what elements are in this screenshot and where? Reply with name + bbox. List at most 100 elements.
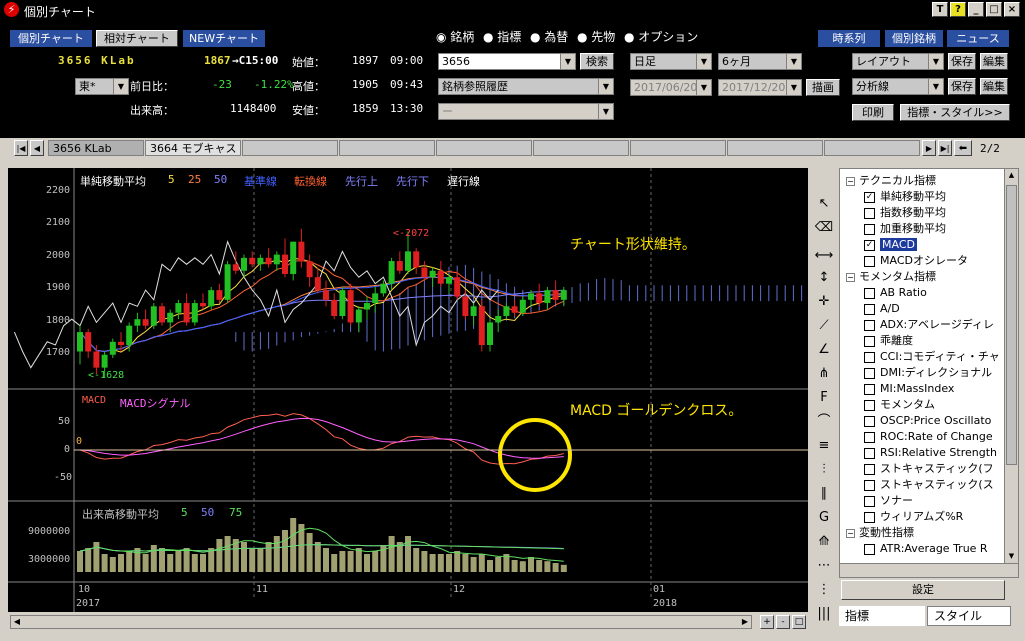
- zoom-out-icon[interactable]: -: [776, 615, 790, 629]
- radio-fx[interactable]: ● 為替: [530, 28, 568, 45]
- layout-edit-button[interactable]: 編集: [980, 53, 1008, 70]
- tree-item-macd-osc[interactable]: MACDオシレータ: [864, 253, 968, 269]
- tree-item-deviation[interactable]: 乖離度: [864, 333, 913, 349]
- fan-icon[interactable]: ⋔: [814, 364, 834, 384]
- pitchfork-icon[interactable]: ⋮: [814, 580, 834, 600]
- timeseries-button[interactable]: 時系列: [818, 30, 880, 47]
- history-select[interactable]: 銘柄参照履歴 ▼: [438, 78, 614, 95]
- parallel-icon[interactable]: ∥: [814, 484, 834, 504]
- tree-item-rsi[interactable]: RSI:Relative Strength: [864, 445, 997, 461]
- close-button[interactable]: ×: [1004, 2, 1020, 17]
- minimize-button[interactable]: _: [968, 2, 984, 17]
- tree-item-atr[interactable]: ATR:Average True R: [864, 541, 988, 557]
- new-chart-button[interactable]: NEWチャート: [183, 30, 265, 47]
- eraser-icon[interactable]: ⌫: [814, 218, 834, 238]
- tree-item-adx[interactable]: ADX:アベレージディレ: [864, 317, 994, 333]
- tree-item-dmi[interactable]: DMI:ディレクショナル: [864, 365, 992, 381]
- crosshair-icon[interactable]: ✛: [814, 292, 834, 312]
- trendline-icon[interactable]: ⟋: [814, 316, 834, 336]
- range-select[interactable]: 6ヶ月 ▼: [718, 53, 802, 70]
- search-button[interactable]: 検索: [580, 53, 614, 70]
- arc-icon[interactable]: ⌒: [814, 412, 834, 432]
- tab-empty-7[interactable]: [824, 140, 920, 156]
- tree-item-oscp[interactable]: OSCP:Price Oscillato: [864, 413, 991, 429]
- cursor-icon[interactable]: ↖: [814, 194, 834, 214]
- tree-item-williams[interactable]: ウィリアムズ%R: [864, 509, 963, 525]
- hline-icon[interactable]: ⟷: [814, 246, 834, 266]
- exchange-select[interactable]: 東* ▼: [75, 78, 129, 95]
- date-to[interactable]: 2017/12/20 ▼: [718, 79, 802, 96]
- pin-icon[interactable]: T: [932, 2, 948, 17]
- tab-empty-6[interactable]: [727, 140, 823, 156]
- maximize-button[interactable]: □: [986, 2, 1002, 17]
- tab-empty-3[interactable]: [436, 140, 532, 156]
- indiv-stock-button[interactable]: 個別銘柄: [885, 30, 943, 47]
- scroll-left-icon[interactable]: ◀: [11, 616, 23, 628]
- analysis-save-button[interactable]: 保存: [948, 78, 976, 95]
- tree-item-sma[interactable]: ✓ 単純移動平均: [864, 189, 946, 205]
- back-arrow-icon[interactable]: ⬅: [954, 140, 972, 156]
- tree-item-ad[interactable]: A/D: [864, 301, 900, 317]
- date-from[interactable]: 2017/06/20 ▼: [630, 79, 712, 96]
- tab-empty-4[interactable]: [533, 140, 629, 156]
- gann-icon[interactable]: G: [814, 508, 834, 528]
- fibonacci-icon[interactable]: F: [814, 388, 834, 408]
- draw-button[interactable]: 描画: [806, 79, 840, 96]
- code-input[interactable]: 3656 ▼: [438, 53, 576, 70]
- radio-options[interactable]: ● オプション: [624, 28, 698, 45]
- tree-group-volatility[interactable]: − 変動性指標: [846, 525, 914, 541]
- period-line-icon[interactable]: |||: [814, 604, 834, 624]
- radio-futures[interactable]: ● 先物: [577, 28, 615, 45]
- indicator-style-button[interactable]: 指標・スタイル>>: [900, 104, 1010, 121]
- tab-empty-1[interactable]: [242, 140, 338, 156]
- help-icon[interactable]: ?: [950, 2, 966, 17]
- tree-item-roc[interactable]: ROC:Rate of Change: [864, 429, 993, 445]
- angle-icon[interactable]: ∠: [814, 340, 834, 360]
- tab-3664[interactable]: 3664 モブキャス: [145, 140, 241, 156]
- layout-save-button[interactable]: 保存: [948, 53, 976, 70]
- tree-item-abratio[interactable]: AB Ratio: [864, 285, 927, 301]
- tree-item-stoch-slow[interactable]: ストキャスティック(ス: [864, 477, 994, 493]
- channel-icon[interactable]: ≡: [814, 436, 834, 456]
- first-tab-icon[interactable]: |◀: [14, 140, 28, 156]
- print-button[interactable]: 印刷: [852, 104, 894, 121]
- panel-hscrollbar[interactable]: [840, 563, 1018, 577]
- tree-item-sonar[interactable]: ソナー: [864, 493, 913, 509]
- vertical-scrollbar[interactable]: ▲ ▼: [1004, 169, 1018, 563]
- chart-area[interactable]: 単純移動平均 5 25 50 基準線 転換線 先行上 先行下 遅行線 <-207…: [8, 168, 808, 612]
- individual-chart-button[interactable]: 個別チャート: [10, 30, 92, 47]
- last-tab-icon[interactable]: ▶|: [938, 140, 952, 156]
- news-button[interactable]: ニュース: [947, 30, 1009, 47]
- zoom-fit-icon[interactable]: □: [792, 615, 806, 629]
- tab-empty-5[interactable]: [630, 140, 726, 156]
- tree-group-technical[interactable]: − テクニカル指標: [846, 173, 936, 189]
- fib-time-icon[interactable]: ⫶: [814, 460, 834, 480]
- relative-chart-button[interactable]: 相対チャート: [96, 30, 178, 47]
- sub-select[interactable]: ー ▼: [438, 103, 614, 120]
- layout-select[interactable]: レイアウト ▼: [852, 53, 944, 70]
- zoom-in-icon[interactable]: +: [760, 615, 774, 629]
- settings-button[interactable]: 設定: [841, 580, 1005, 600]
- next-tab-icon[interactable]: ▶: [922, 140, 936, 156]
- tree-item-cci[interactable]: CCI:コモディティ・チャ: [864, 349, 1000, 365]
- tab-style[interactable]: スタイル: [927, 606, 1011, 626]
- tree-item-macd[interactable]: ✓ MACD: [864, 237, 917, 253]
- vline-icon[interactable]: ↕: [814, 268, 834, 288]
- analysis-edit-button[interactable]: 編集: [980, 78, 1008, 95]
- scroll-right-icon[interactable]: ▶: [739, 616, 751, 628]
- scroll-up-icon[interactable]: ▲: [1005, 169, 1018, 182]
- tree-item-momentum[interactable]: モメンタム: [864, 397, 935, 413]
- radio-index[interactable]: ● 指標: [483, 28, 521, 45]
- interval-select[interactable]: 日足 ▼: [630, 53, 712, 70]
- prev-tab-icon[interactable]: ◀: [30, 140, 44, 156]
- tree-item-ema[interactable]: 指数移動平均: [864, 205, 946, 221]
- tab-empty-2[interactable]: [339, 140, 435, 156]
- horizontal-scrollbar[interactable]: ◀ ▶: [10, 615, 752, 629]
- scroll-down-icon[interactable]: ▼: [1005, 550, 1018, 563]
- tree-group-momentum[interactable]: − モメンタム指標: [846, 269, 936, 285]
- radio-stock[interactable]: ◉ 銘柄: [436, 28, 474, 45]
- cycle-icon[interactable]: ⋯: [814, 556, 834, 576]
- tree-item-stoch-fast[interactable]: ストキャスティック(フ: [864, 461, 994, 477]
- analysis-select[interactable]: 分析線 ▼: [852, 78, 944, 95]
- tree-item-wma[interactable]: 加重移動平均: [864, 221, 946, 237]
